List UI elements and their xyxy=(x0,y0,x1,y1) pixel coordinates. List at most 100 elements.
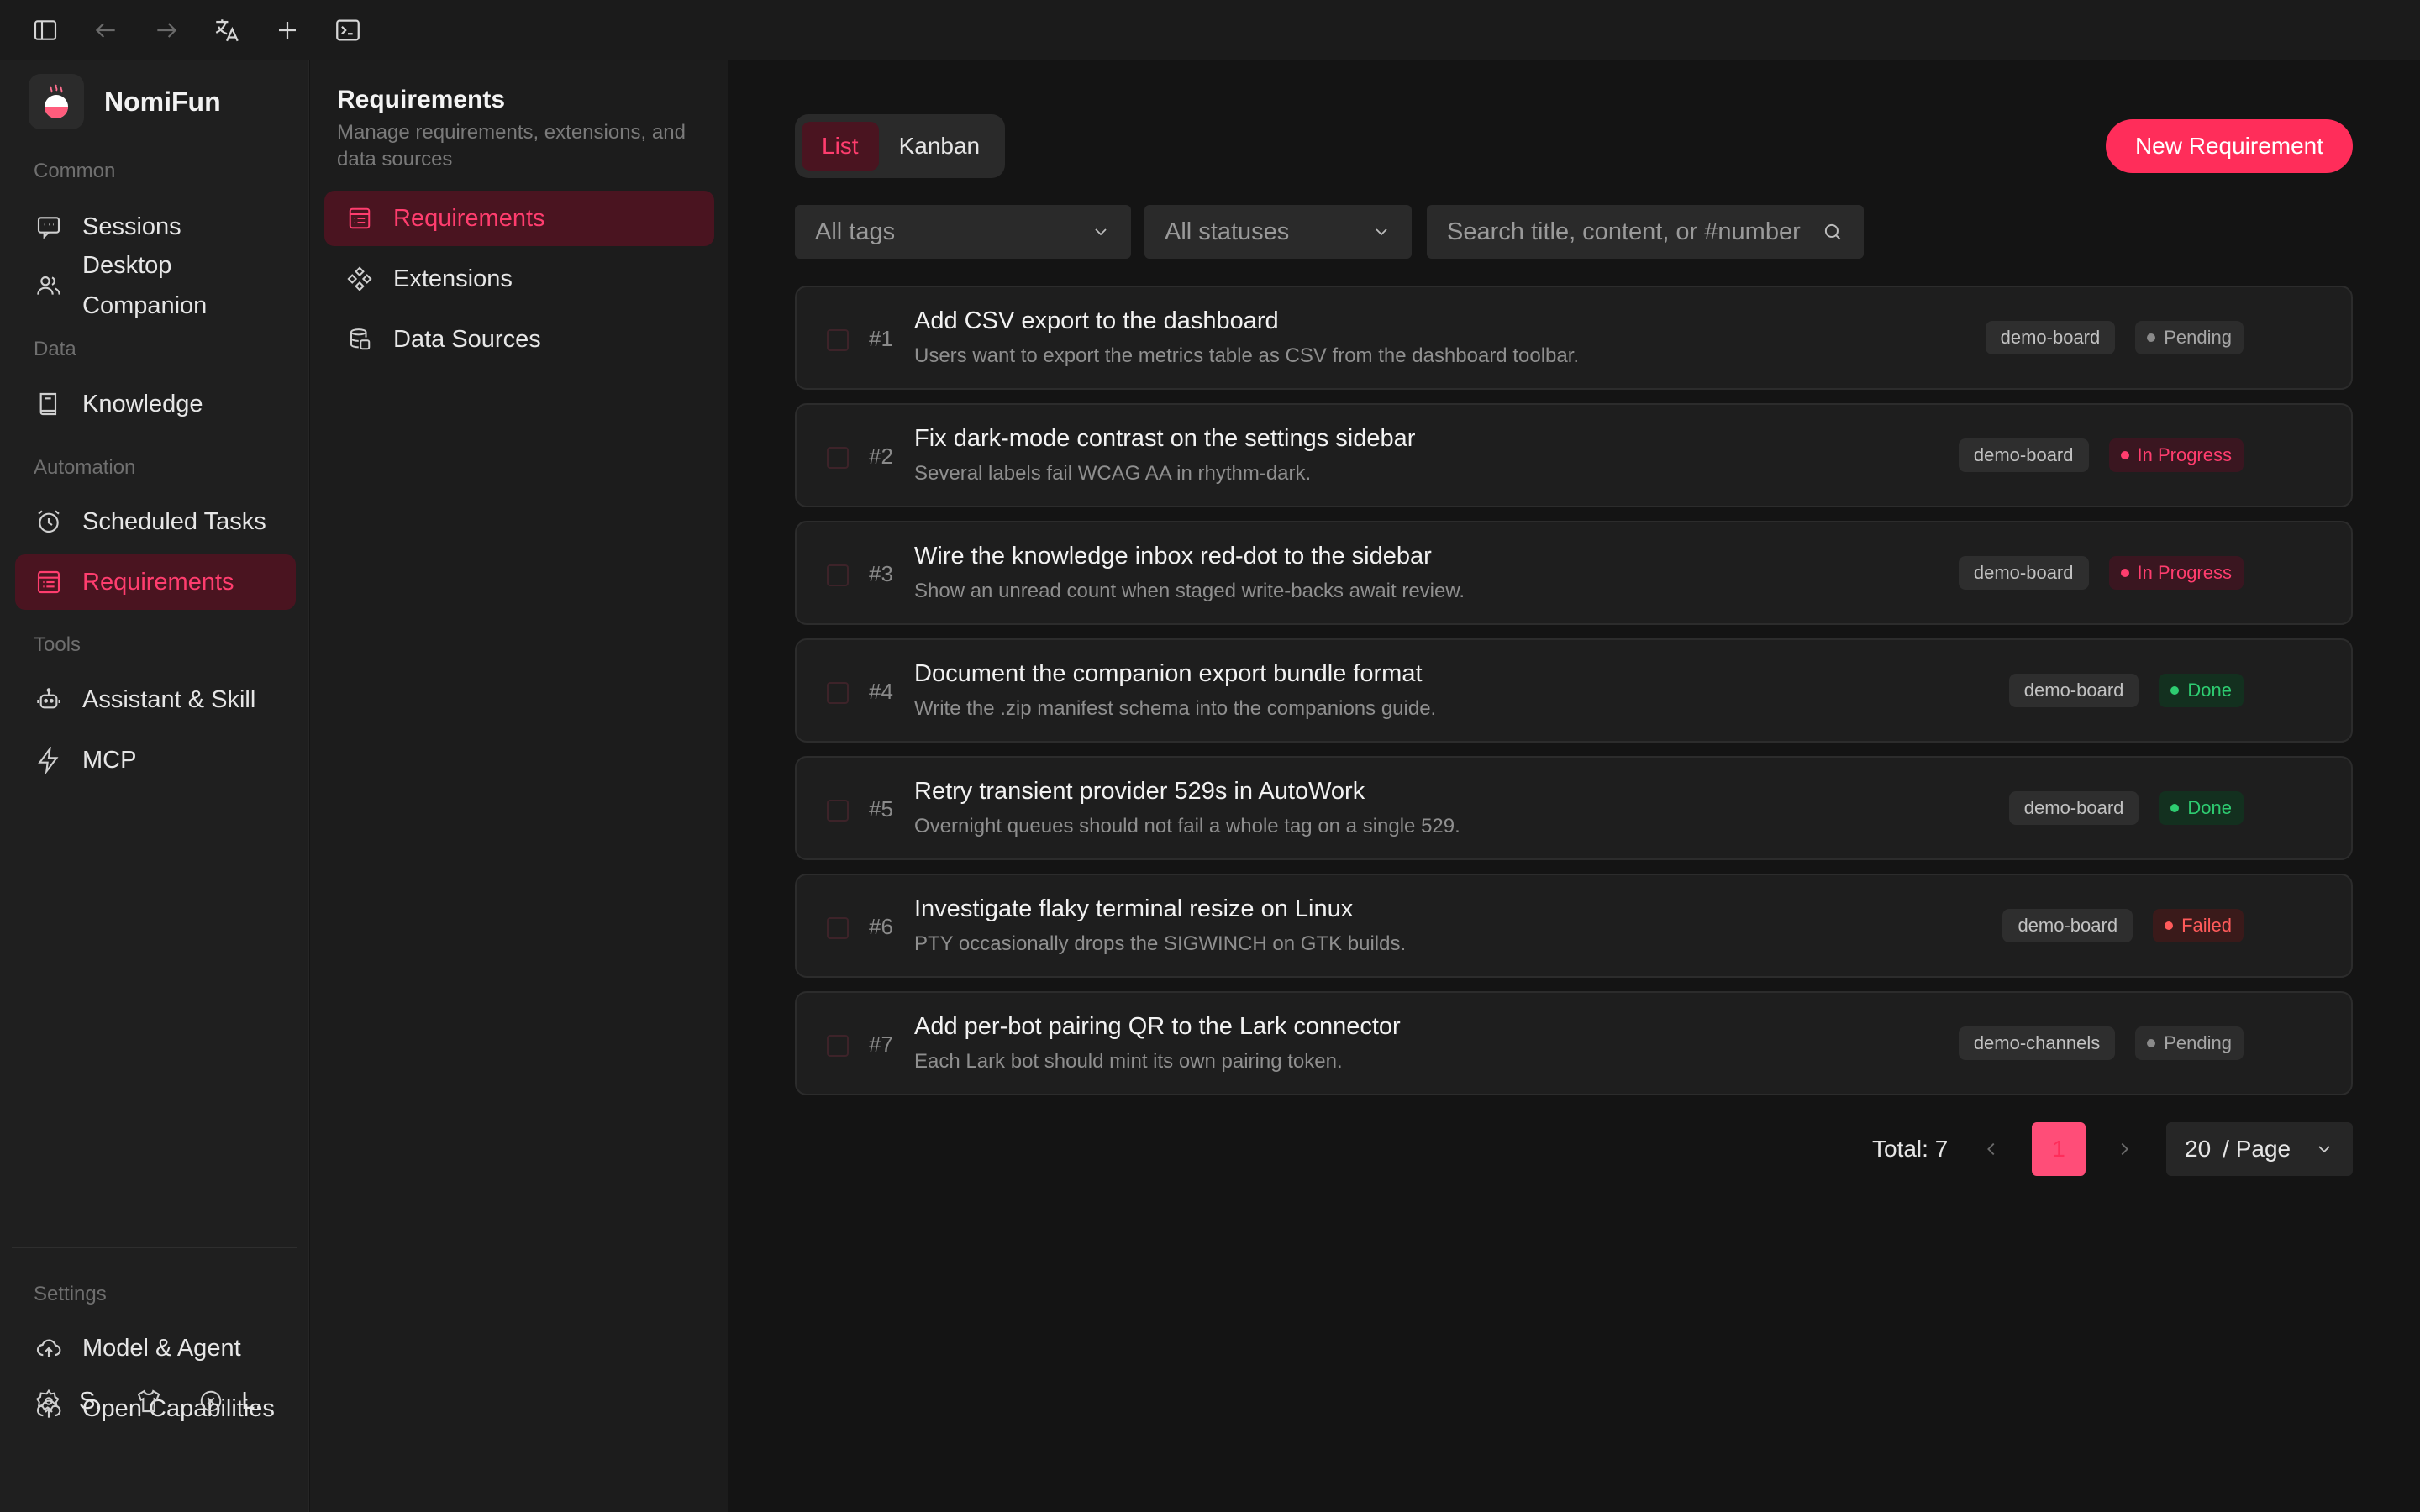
requirement-row[interactable]: #7 Add per-bot pairing QR to the Lark con… xyxy=(795,991,2353,1095)
row-meta: demo-channels Pending xyxy=(1958,1026,2244,1060)
status-label: Done xyxy=(2187,797,2232,818)
chat-icon xyxy=(34,212,64,242)
sidebar-toggle-icon[interactable] xyxy=(29,13,62,47)
terminal-icon[interactable] xyxy=(331,13,365,47)
sidebar-item-label: Assistant & Skill xyxy=(82,685,256,713)
translate-icon[interactable] xyxy=(210,13,244,47)
tab-kanban[interactable]: Kanban xyxy=(879,122,1001,171)
requirement-row[interactable]: #4 Document the companion export bundle f… xyxy=(795,638,2353,743)
view-switcher: List Kanban xyxy=(795,114,1005,178)
sidebar-item-requirements[interactable]: Requirements xyxy=(15,554,296,610)
sidebar-item-label: Sessions xyxy=(82,213,182,240)
section-label-common: Common xyxy=(34,160,116,182)
sub-item-extensions[interactable]: Extensions xyxy=(324,251,714,307)
new-requirement-button[interactable]: New Requirement xyxy=(2106,119,2353,173)
chevron-down-icon xyxy=(1091,222,1111,242)
status-badge: Done xyxy=(2159,791,2244,825)
sub-item-data-sources[interactable]: Data Sources xyxy=(324,312,714,367)
status-dot-icon xyxy=(2165,921,2174,930)
requirement-title[interactable]: Document the companion export bundle for… xyxy=(914,660,1423,688)
tag-filter-select[interactable]: All tags xyxy=(795,205,1131,259)
requirement-title[interactable]: Investigate flaky terminal resize on Lin… xyxy=(914,895,1353,923)
tab-list[interactable]: List xyxy=(802,122,879,171)
requirement-row[interactable]: #1 Add CSV export to the dashboard Users w… xyxy=(795,286,2353,390)
page-size-select[interactable]: 20 / Page xyxy=(2166,1122,2353,1176)
requirement-row[interactable]: #6 Investigate flaky terminal resize on L… xyxy=(795,874,2353,978)
row-checkbox[interactable] xyxy=(827,447,849,469)
row-checkbox[interactable] xyxy=(827,917,849,939)
next-page-button[interactable] xyxy=(2107,1122,2141,1176)
status-filter-value: All statuses xyxy=(1165,218,1290,245)
sub-sidebar: Requirements Manage requirements, extens… xyxy=(310,60,728,1512)
sub-item-requirements[interactable]: Requirements xyxy=(324,191,714,246)
sidebar-item-desktop-companion[interactable]: Desktop Companion xyxy=(15,248,296,323)
requirement-number: #1 xyxy=(869,326,893,351)
requirement-title[interactable]: Add per-bot pairing QR to the Lark conne… xyxy=(914,1013,1401,1041)
status-filter-select[interactable]: All statuses xyxy=(1144,205,1412,259)
sidebar-item-mcp[interactable]: MCP xyxy=(15,732,296,788)
page-number-current[interactable]: 1 xyxy=(2032,1122,2086,1176)
sidebar-item-scheduled-tasks[interactable]: Scheduled Tasks xyxy=(15,494,296,549)
plus-icon[interactable] xyxy=(271,13,304,47)
tag-badge: demo-board xyxy=(2008,791,2139,825)
status-dot-icon xyxy=(2170,804,2180,812)
sub-sidebar-title: Requirements xyxy=(337,86,506,113)
row-checkbox[interactable] xyxy=(827,682,849,704)
requirement-number: #6 xyxy=(869,914,893,939)
row-meta: demo-board Done xyxy=(2008,791,2244,825)
section-label-automation: Automation xyxy=(34,456,136,479)
row-checkbox[interactable] xyxy=(827,329,849,351)
cloud-icon xyxy=(34,1333,64,1363)
status-label: Pending xyxy=(2164,327,2232,348)
requirement-title[interactable]: Add CSV export to the dashboard xyxy=(914,307,1279,335)
sidebar-item-model-agent[interactable]: Model & Agent xyxy=(15,1320,296,1376)
status-label: In Progress xyxy=(2137,562,2233,583)
prev-page-button[interactable] xyxy=(1975,1122,2008,1176)
title-bar xyxy=(0,0,2420,60)
requirement-number: #5 xyxy=(869,796,893,822)
close-circle-icon[interactable] xyxy=(196,1386,226,1416)
requirement-row[interactable]: #2 Fix dark-mode contrast on the settings… xyxy=(795,403,2353,507)
language-short-label[interactable]: L. xyxy=(241,1388,261,1415)
row-meta: demo-board In Progress xyxy=(1958,556,2244,590)
back-arrow-icon[interactable] xyxy=(89,13,123,47)
row-checkbox[interactable] xyxy=(827,1035,849,1057)
tag-badge: demo-channels xyxy=(1958,1026,2116,1060)
status-badge: Pending xyxy=(2135,321,2244,354)
row-checkbox[interactable] xyxy=(827,800,849,822)
main-sidebar: NomiFun Common Sessions Desktop Companio… xyxy=(0,60,309,1512)
sidebar-footer: S. L. xyxy=(34,1386,262,1416)
requirement-row[interactable]: #5 Retry transient provider 529s in AutoW… xyxy=(795,756,2353,860)
tag-badge: demo-board xyxy=(2008,674,2139,707)
search-input[interactable]: Search title, content, or #number xyxy=(1427,205,1864,259)
users-icon xyxy=(34,270,64,301)
sidebar-item-knowledge[interactable]: Knowledge xyxy=(15,376,296,432)
page-size-value: 20 xyxy=(2185,1136,2212,1162)
list-icon xyxy=(34,567,64,597)
brand[interactable]: NomiFun xyxy=(29,74,221,129)
sub-item-label: Extensions xyxy=(393,265,513,292)
database-icon xyxy=(345,324,375,354)
sidebar-item-assistant-skill[interactable]: Assistant & Skill xyxy=(15,672,296,727)
shirt-icon[interactable] xyxy=(134,1386,164,1416)
forward-arrow-icon[interactable] xyxy=(150,13,183,47)
requirement-row[interactable]: #3 Wire the knowledge inbox red-dot to th… xyxy=(795,521,2353,625)
gear-icon[interactable] xyxy=(34,1386,64,1416)
sidebar-item-label: Model & Agent xyxy=(82,1334,241,1362)
requirement-number: #7 xyxy=(869,1032,893,1057)
requirement-description: Several labels fail WCAG AA in rhythm-da… xyxy=(914,462,1312,485)
status-badge: In Progress xyxy=(2108,438,2244,472)
requirement-number: #2 xyxy=(869,444,893,469)
main-content: List Kanban New Requirement All tags All… xyxy=(728,60,2420,1512)
alarm-clock-icon xyxy=(34,507,64,537)
lightning-icon xyxy=(34,745,64,775)
app-name: NomiFun xyxy=(104,86,221,117)
settings-short-label[interactable]: S. xyxy=(79,1388,102,1415)
requirement-title[interactable]: Wire the knowledge inbox red-dot to the … xyxy=(914,543,1432,570)
requirement-title[interactable]: Retry transient provider 529s in AutoWor… xyxy=(914,778,1365,806)
puzzle-icon xyxy=(345,264,375,294)
requirement-description: Users want to export the metrics table a… xyxy=(914,344,1580,367)
requirement-title[interactable]: Fix dark-mode contrast on the settings s… xyxy=(914,425,1415,453)
row-checkbox[interactable] xyxy=(827,564,849,586)
requirement-description: Overnight queues should not fail a whole… xyxy=(914,815,1460,837)
